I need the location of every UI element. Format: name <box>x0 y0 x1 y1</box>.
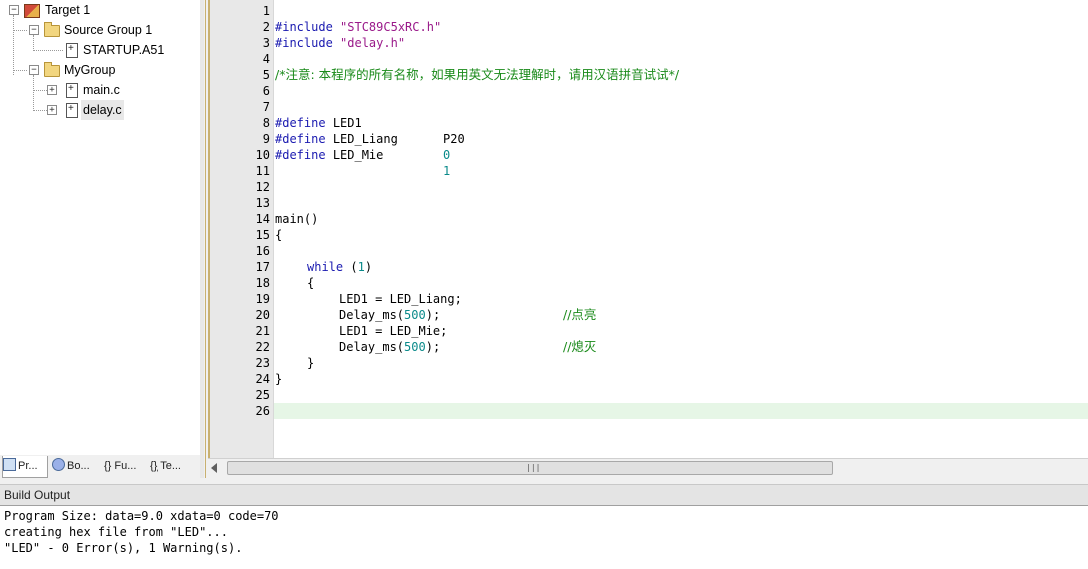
code-line[interactable]: Delay_ms(500); <box>210 291 1088 322</box>
brace: { <box>275 228 283 242</box>
folder-icon <box>44 62 60 77</box>
code-line[interactable]: } <box>210 355 1088 386</box>
tree-label: delay.c <box>81 100 124 120</box>
line-number: 26 <box>210 403 1088 419</box>
code-editor[interactable]: 1 2 3 4 5 6 7 8 9 10 11 12 13 14 15 16 17 18 19 20 21 22 23 24 2… <box>208 0 1088 458</box>
line-number: 12 <box>210 179 1088 195</box>
code-line[interactable]: { <box>210 211 1088 242</box>
tree-item-main-c[interactable]: + main.c <box>0 80 200 100</box>
project-panel-tabs: Pr... Bo... {} Fu... {}̩ Te... <box>0 456 200 478</box>
expand-icon[interactable]: + <box>47 85 57 95</box>
macro-value: 0 <box>443 148 451 162</box>
build-output-panel[interactable]: Program Size: data=9.0 xdata=0 code=70 c… <box>0 505 1088 569</box>
code-line[interactable]: #define LED_Liang 0 <box>210 115 1088 162</box>
file-icon <box>66 82 78 98</box>
code-line[interactable]: LED1 = LED_Mie; //熄灭 <box>210 307 1088 354</box>
code-line[interactable]: while (1) <box>210 243 1088 274</box>
target-icon <box>24 4 40 18</box>
code-line[interactable]: } <box>210 339 1088 370</box>
project-panel: − Target 1 − Source Group 1 STARTUP.A51 … <box>0 0 201 455</box>
line-number: 11 <box>210 163 1088 179</box>
build-output-title: Build Output <box>0 484 1088 506</box>
tree-label: MyGroup <box>64 63 116 77</box>
tab-project[interactable]: Pr... <box>2 456 48 478</box>
preprocessor: #include <box>275 36 333 50</box>
comment: /*注意: 本程序的所有名称，如果用英文无法理解时，请用汉语拼音试试*/ <box>275 67 680 82</box>
scrollbar-thumb[interactable]: ||| <box>227 461 833 475</box>
line-number: 25 <box>210 387 1088 403</box>
tree-item-delay-c[interactable]: + delay.c <box>0 100 200 120</box>
line-number-text: 26 <box>255 404 270 418</box>
books-icon <box>52 458 65 471</box>
tab-books[interactable]: Bo... <box>52 456 98 477</box>
collapse-icon[interactable]: − <box>29 25 39 35</box>
line-number: 24 <box>210 371 1088 387</box>
tree-label: Source Group 1 <box>64 23 153 37</box>
code-line[interactable]: #include "STC89C5xRC.h" <box>210 3 1088 34</box>
code-line[interactable]: main() <box>210 195 1088 226</box>
tree-label: main.c <box>83 83 120 97</box>
macro-name: LED_Mie <box>332 148 384 162</box>
grip-icon: ||| <box>526 463 541 472</box>
project-icon <box>3 458 16 471</box>
tree-label: Target 1 <box>45 3 91 17</box>
tab-templates[interactable]: {}̩ Te... <box>150 456 198 477</box>
output-line: Program Size: data=9.0 xdata=0 code=70 <box>4 509 279 523</box>
scroll-left-icon[interactable] <box>211 463 217 473</box>
code-line[interactable]: LED1 = LED_Liang; //点亮 <box>210 275 1088 322</box>
code-line[interactable]: /*注意: 本程序的所有名称，如果用英文无法理解时，请用汉语拼音试试*/ <box>210 51 1088 82</box>
output-line: "LED" - 0 Error(s), 1 Warning(s). <box>4 541 243 555</box>
file-icon <box>66 42 78 58</box>
code-line[interactable]: #define LED1 P20 <box>210 99 1088 146</box>
macro-value: 1 <box>443 164 451 178</box>
tree-item-startup-file[interactable]: STARTUP.A51 <box>0 40 200 60</box>
tab-functions[interactable]: {} Fu... <box>104 456 146 477</box>
tree-label: STARTUP.A51 <box>83 43 165 57</box>
code-line[interactable]: #define LED_Mie 1 <box>210 131 1088 178</box>
file-icon <box>66 102 78 118</box>
panel-splitter[interactable] <box>200 0 204 478</box>
tree-item-source-group[interactable]: − Source Group 1 <box>0 20 200 40</box>
tree-item-target[interactable]: − Target 1 <box>0 0 200 20</box>
folder-icon <box>44 22 60 37</box>
code-line[interactable]: Delay_ms(500); <box>210 323 1088 354</box>
expand-icon[interactable]: + <box>47 105 57 115</box>
horizontal-scrollbar[interactable]: ||| <box>208 458 1088 477</box>
output-line: creating hex file from "LED"... <box>4 525 228 539</box>
collapse-icon[interactable]: − <box>9 5 19 15</box>
string-literal: "delay.h" <box>340 36 406 50</box>
line-number: 15 <box>210 227 1088 243</box>
line-number: 6 <box>210 83 1088 99</box>
collapse-icon[interactable]: − <box>29 65 39 75</box>
tree-item-mygroup[interactable]: − MyGroup <box>0 60 200 80</box>
code-line[interactable]: { <box>210 259 1088 290</box>
brace: } <box>275 372 283 386</box>
code-line[interactable]: #include "delay.h" <box>210 19 1088 50</box>
preprocessor: #define <box>275 148 326 162</box>
